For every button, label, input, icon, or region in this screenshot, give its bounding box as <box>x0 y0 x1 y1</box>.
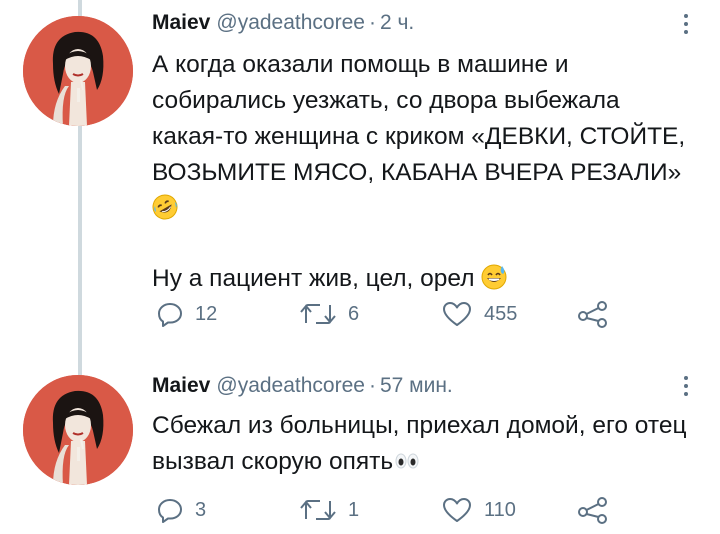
reply-button[interactable]: 3 <box>157 494 206 526</box>
more-icon <box>684 376 688 380</box>
tweet-actions: 3 1 110 <box>152 494 632 526</box>
thread-line-top <box>78 360 82 375</box>
share-icon <box>578 301 607 328</box>
eyes-emoji <box>395 453 419 469</box>
avatar[interactable] <box>23 16 133 126</box>
share-icon <box>578 497 607 524</box>
rolling-on-floor-laughing-emoji <box>152 194 178 220</box>
reply-icon <box>158 499 182 523</box>
reply-button[interactable]: 12 <box>157 298 217 330</box>
like-button[interactable]: 455 <box>442 298 517 330</box>
retweet-count: 6 <box>348 302 360 325</box>
like-icon <box>443 498 471 522</box>
author-handle[interactable]: @yadeathcoree <box>216 374 365 397</box>
separator-dot: · <box>368 11 376 34</box>
retweet-count: 1 <box>348 498 360 521</box>
separator-dot: · <box>368 374 376 397</box>
share-button[interactable] <box>577 494 609 526</box>
tweet-header: Maiev @yadeathcoree · 2 ч. <box>152 9 696 37</box>
reply-count: 3 <box>195 498 207 521</box>
retweet-button[interactable]: 1 <box>300 494 359 526</box>
author-name[interactable]: Maiev <box>152 11 210 34</box>
tweet[interactable]: Maiev @yadeathcoree · 57 мин. Сбежал из бол… <box>0 360 720 534</box>
retweet-icon <box>300 304 336 324</box>
retweet-icon <box>300 500 336 520</box>
timestamp[interactable]: 2 ч. <box>380 11 414 34</box>
like-count: 455 <box>484 302 518 325</box>
thread-line-top <box>78 0 82 16</box>
grinning-sweat-emoji <box>481 264 507 290</box>
share-button[interactable] <box>577 298 609 330</box>
more-options-button[interactable] <box>676 372 696 400</box>
tweet-paragraph: Ну а пациент жив, цел, орел <box>152 261 696 297</box>
avatar-image <box>23 375 133 485</box>
author-name[interactable]: Maiev <box>152 374 210 397</box>
tweet-paragraph: Сбежал из больницы, приехал домой, его о… <box>152 412 687 475</box>
tweet-content: Maiev @yadeathcoree · 2 ч. А когда оказали … <box>152 9 696 297</box>
tweet[interactable]: Maiev @yadeathcoree · 2 ч. А когда оказали … <box>0 0 720 360</box>
tweet-text: А когда оказали помощь в машине и собира… <box>152 47 696 297</box>
tweet-text: Сбежал из больницы, приехал домой, его о… <box>152 408 696 480</box>
like-count: 110 <box>484 498 516 521</box>
like-button[interactable]: 110 <box>442 494 516 526</box>
retweet-button[interactable]: 6 <box>300 298 359 330</box>
thread-line <box>78 126 82 360</box>
timestamp[interactable]: 57 мин. <box>380 374 453 397</box>
avatar[interactable] <box>23 375 133 485</box>
avatar-image <box>23 16 133 126</box>
more-options-button[interactable] <box>676 10 696 38</box>
more-icon <box>684 14 688 18</box>
like-icon <box>443 302 471 326</box>
reply-icon <box>158 303 182 327</box>
tweet-content: Maiev @yadeathcoree · 57 мин. Сбежал из бол… <box>152 372 696 480</box>
tweet-header: Maiev @yadeathcoree · 57 мин. <box>152 372 696 400</box>
tweet-actions: 12 6 455 <box>152 298 632 330</box>
reply-count: 12 <box>195 302 218 325</box>
author-handle[interactable]: @yadeathcoree <box>216 11 365 34</box>
tweet-paragraph: А когда оказали помощь в машине и собира… <box>152 47 696 227</box>
